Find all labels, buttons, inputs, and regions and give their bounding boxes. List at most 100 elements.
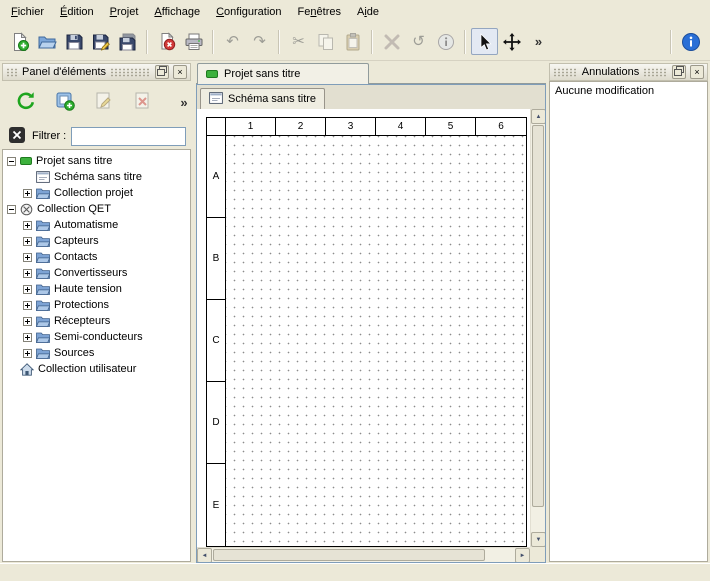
undo-icon: ↶ xyxy=(226,34,239,49)
new-element-icon xyxy=(54,90,76,115)
scroll-up-button[interactable]: ▲ xyxy=(531,109,545,124)
filter-input[interactable] xyxy=(71,127,186,146)
tab-projet-sans-titre[interactable]: Projet sans titre xyxy=(197,63,369,84)
expander-icon[interactable] xyxy=(23,285,32,294)
expander-icon[interactable] xyxy=(7,205,16,214)
menu-fenetres[interactable]: Fenêtres xyxy=(290,3,349,21)
scroll-left-button[interactable]: ◄ xyxy=(197,548,212,562)
scroll-right-button[interactable]: ► xyxy=(515,548,530,562)
select-mode-button[interactable] xyxy=(471,28,498,55)
dock-close-button[interactable]: × xyxy=(690,65,704,79)
tree-item-sources[interactable]: Sources xyxy=(3,345,190,361)
horizontal-scroll-thumb[interactable] xyxy=(213,549,485,561)
expander-icon[interactable] xyxy=(23,269,32,278)
menu-projet[interactable]: Projet xyxy=(102,3,147,21)
move-arrows-icon xyxy=(502,32,522,52)
expander-icon[interactable] xyxy=(23,221,32,230)
rotate-button[interactable]: ↺ xyxy=(405,28,432,55)
menu-edition[interactable]: Édition xyxy=(52,3,102,21)
toolbar-separator xyxy=(212,30,214,54)
dock-float-button[interactable] xyxy=(672,65,686,79)
elements-panel-title: Panel d'éléments xyxy=(22,66,106,78)
expander-icon[interactable] xyxy=(7,157,16,166)
paste-button[interactable] xyxy=(339,28,366,55)
tree-item-capteurs[interactable]: Capteurs xyxy=(3,233,190,249)
expander-icon[interactable] xyxy=(23,333,32,342)
dock-grip[interactable] xyxy=(6,68,18,77)
copy-button[interactable] xyxy=(312,28,339,55)
open-file-button[interactable] xyxy=(33,28,60,55)
save-as-button[interactable] xyxy=(87,28,114,55)
print-button[interactable] xyxy=(180,28,207,55)
expander-icon[interactable] xyxy=(23,301,32,310)
dock-float-button[interactable] xyxy=(155,65,169,79)
tree-item-collection-utilisateur[interactable]: Collection utilisateur xyxy=(3,361,190,377)
tree-item-recepteurs[interactable]: Récepteurs xyxy=(3,313,190,329)
save-button[interactable] xyxy=(60,28,87,55)
close-file-button[interactable] xyxy=(153,28,180,55)
tree-item-project[interactable]: Projet sans titre xyxy=(3,153,190,169)
expander-icon[interactable] xyxy=(23,237,32,246)
new-file-button[interactable] xyxy=(6,28,33,55)
edit-pencil-icon xyxy=(93,90,115,115)
tree-item-protections[interactable]: Protections xyxy=(3,297,190,313)
schema-canvas[interactable] xyxy=(226,136,526,546)
panel-more-button[interactable]: » xyxy=(176,87,192,117)
expander-icon[interactable] xyxy=(23,349,32,358)
tree-item-haute-tension[interactable]: Haute tension xyxy=(3,281,190,297)
clear-filter-button[interactable] xyxy=(7,126,27,146)
floppy-icon xyxy=(64,32,84,52)
save-all-button[interactable] xyxy=(114,28,141,55)
close-icon: × xyxy=(694,68,699,77)
new-element-button[interactable] xyxy=(50,87,80,117)
redo-button[interactable]: ↷ xyxy=(246,28,273,55)
menu-configuration[interactable]: Configuration xyxy=(208,3,289,21)
tree-item-collection-projet[interactable]: Collection projet xyxy=(3,185,190,201)
tree-item-label: Automatisme xyxy=(54,219,118,231)
tree-item-schema[interactable]: Schéma sans titre xyxy=(3,169,190,185)
scroll-down-button[interactable]: ▼ xyxy=(531,532,545,547)
undo-history-item[interactable]: Aucune modification xyxy=(553,84,704,98)
tree-item-automatisme[interactable]: Automatisme xyxy=(3,217,190,233)
element-info-button[interactable] xyxy=(432,28,459,55)
horizontal-scrollbar[interactable]: ◄ ► xyxy=(197,547,530,562)
toolbar-more-button[interactable]: » xyxy=(525,28,552,55)
tree-item-collection-qet[interactable]: Collection QET xyxy=(3,201,190,217)
tree-item-convertisseurs[interactable]: Convertisseurs xyxy=(3,265,190,281)
vertical-scrollbar[interactable]: ▲ ▼ xyxy=(530,109,545,547)
delete-button[interactable] xyxy=(378,28,405,55)
cut-button[interactable]: ✂ xyxy=(285,28,312,55)
info-blue-icon xyxy=(681,32,701,52)
filter-label: Filtrer : xyxy=(32,130,66,142)
close-icon: × xyxy=(177,68,182,77)
menu-affichage[interactable]: Affichage xyxy=(146,3,208,21)
expander-icon[interactable] xyxy=(23,189,32,198)
menu-fichier[interactable]: Fichier xyxy=(3,3,52,21)
about-button[interactable] xyxy=(677,28,704,55)
dock-grip[interactable] xyxy=(643,68,668,77)
tree-item-contacts[interactable]: Contacts xyxy=(3,249,190,265)
undo-dock-title: Annulations xyxy=(582,66,640,78)
undo-dock-titlebar[interactable]: Annulations × xyxy=(549,63,708,81)
delete-element-button[interactable] xyxy=(128,87,158,117)
dock-grip[interactable] xyxy=(110,68,151,77)
elements-panel-toolbar: » xyxy=(2,81,191,123)
dock-grip[interactable] xyxy=(553,68,578,77)
elements-panel-titlebar[interactable]: Panel d'éléments × xyxy=(2,63,191,81)
tree-item-semi-conducteurs[interactable]: Semi-conducteurs xyxy=(3,329,190,345)
row-header: A xyxy=(207,136,225,218)
dock-close-button[interactable]: × xyxy=(173,65,187,79)
pan-mode-button[interactable] xyxy=(498,28,525,55)
menu-aide[interactable]: Aide xyxy=(349,3,387,21)
qet-collection-icon xyxy=(20,203,33,216)
expander-icon[interactable] xyxy=(23,317,32,326)
column-header-row: 1 2 3 4 5 6 xyxy=(207,118,526,136)
reload-collections-button[interactable] xyxy=(11,87,41,117)
edit-element-button[interactable] xyxy=(89,87,119,117)
tab-schema-sans-titre[interactable]: Schéma sans titre xyxy=(200,88,325,109)
vertical-scroll-thumb[interactable] xyxy=(532,125,544,507)
filter-row: Filtrer : xyxy=(2,123,191,149)
expander-icon[interactable] xyxy=(23,253,32,262)
undo-button[interactable]: ↶ xyxy=(219,28,246,55)
toolbar-separator xyxy=(146,30,148,54)
